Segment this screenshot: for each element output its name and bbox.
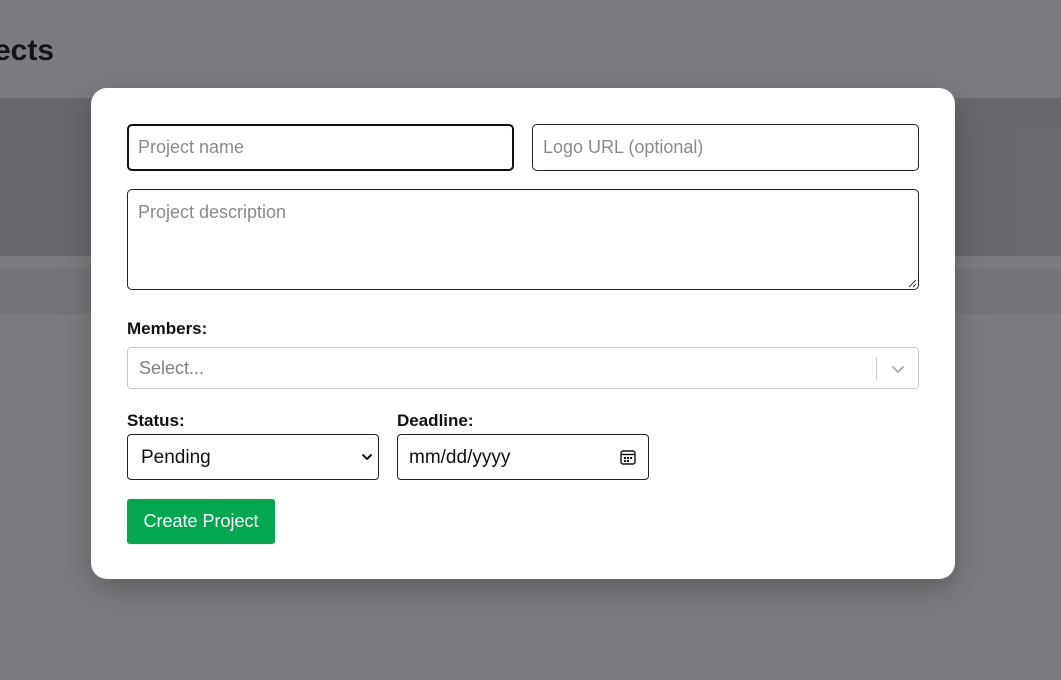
chevron-down-icon[interactable] <box>888 359 908 379</box>
deadline-date-input[interactable]: mm/dd/yyyy <box>397 434 649 480</box>
create-project-button[interactable]: Create Project <box>127 499 275 544</box>
deadline-placeholder: mm/dd/yyyy <box>409 447 511 468</box>
members-placeholder: Select... <box>139 358 205 378</box>
resize-grip-icon[interactable] <box>908 279 917 288</box>
deadline-label: Deadline: <box>397 411 474 430</box>
members-label: Members: <box>127 319 208 338</box>
members-select[interactable]: Select... <box>127 347 919 389</box>
status-select[interactable]: Pending <box>127 434 379 480</box>
logo-url-input[interactable] <box>532 124 919 171</box>
project-name-input[interactable] <box>127 124 514 171</box>
members-separator <box>876 357 877 380</box>
status-label: Status: <box>127 411 185 430</box>
chevron-down-icon <box>362 454 372 460</box>
calendar-icon[interactable] <box>619 448 637 466</box>
status-value: Pending <box>141 447 211 468</box>
create-project-modal: Members: Select... Status: Pending Deadl… <box>91 88 955 579</box>
project-description-input[interactable] <box>127 189 919 290</box>
